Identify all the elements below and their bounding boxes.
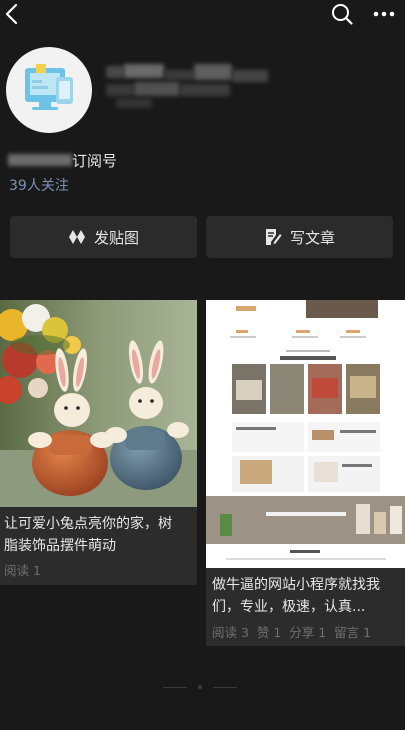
card-title-line2: 脂装饰品摆件萌动 (4, 538, 116, 554)
search-button[interactable] (330, 2, 354, 26)
page-indicator (163, 685, 237, 689)
write-article-label: 写文章 (289, 228, 335, 247)
back-icon (5, 3, 18, 25)
card-meta: 阅读 3 赞 1 分享 1 留言 1 (212, 625, 372, 640)
post-image-icon (68, 228, 86, 246)
card-title-line2: 们，专业，极速，认真... (212, 599, 366, 615)
article-card-website[interactable]: 做牛逼的网站小程序就找我 们，专业，极速，认真... 阅读 3 赞 1 分享 1… (206, 300, 405, 646)
card-title-line1: 做牛逼的网站小程序就找我 (212, 577, 380, 593)
write-article-button[interactable]: 写文章 (206, 216, 393, 258)
write-article-icon (264, 228, 282, 246)
avatar[interactable] (6, 47, 92, 133)
top-bar (0, 0, 405, 32)
account-type-row: 订阅号 (8, 150, 117, 170)
account-type-label: 订阅号 (72, 151, 118, 170)
name-mask (8, 154, 72, 166)
avatar-logo-icon (25, 64, 73, 110)
card-title-line1: 让可爱小兔点亮你的家，树 (4, 516, 172, 532)
website-screenshot (206, 300, 405, 568)
card-meta: 阅读 1 (4, 563, 41, 578)
back-button[interactable] (2, 2, 24, 26)
post-image-label: 发贴图 (93, 228, 139, 247)
article-card-bunny[interactable]: 让可爱小兔点亮你的家，树 脂装饰品摆件萌动 阅读 1 (0, 300, 197, 585)
search-icon (332, 4, 353, 25)
bunny-photo (0, 300, 197, 507)
post-image-button[interactable]: 发贴图 (10, 216, 197, 258)
follower-count[interactable]: 39人关注 (9, 175, 69, 195)
more-button[interactable] (371, 4, 397, 24)
more-icon (373, 11, 395, 17)
